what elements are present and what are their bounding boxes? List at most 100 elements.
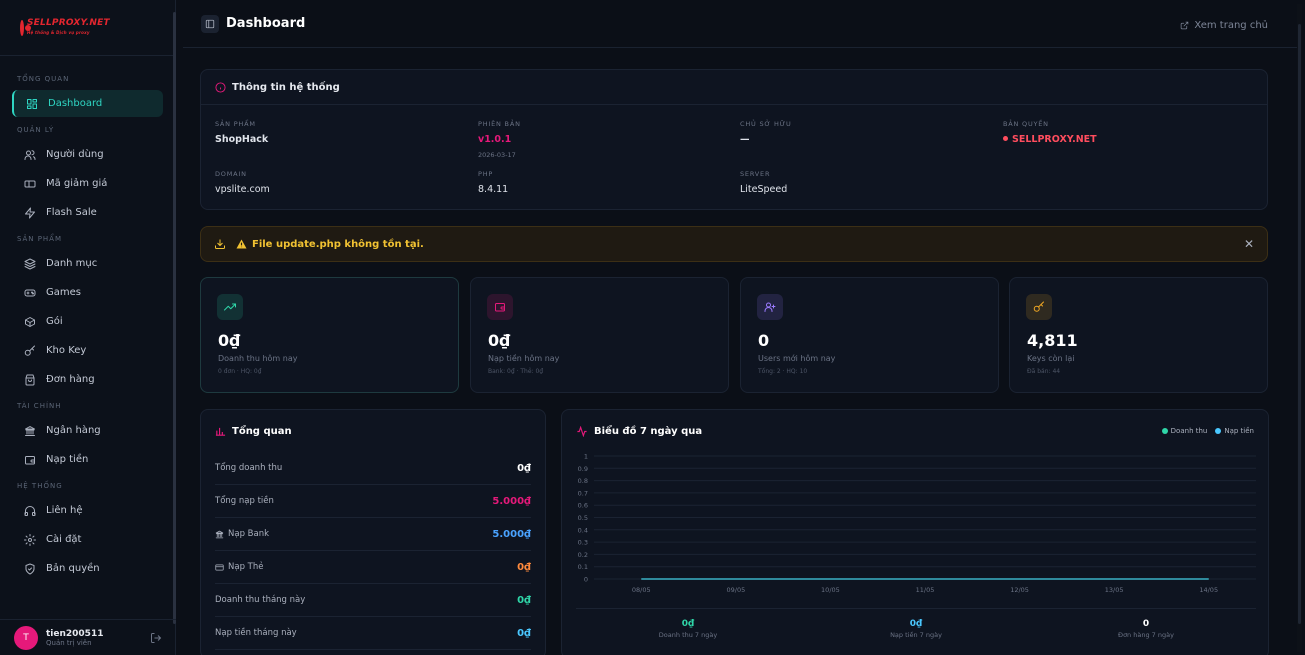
overview-row-text: Doanh thu tháng này: [215, 595, 306, 605]
nav-section-title: SẢN PHẨM: [17, 235, 63, 243]
y-tick-label: 0.6: [578, 502, 588, 510]
stat-card: 4,811 Keys còn lại Đã bán: 44: [1009, 277, 1268, 393]
sidebar-item-bản-quyền[interactable]: Bản quyền: [12, 555, 163, 582]
nav-icon-wrap: [24, 207, 36, 219]
sidebar-item-label: Người dùng: [46, 149, 104, 160]
sidebar-item-label: Games: [46, 287, 81, 298]
sidebar-item-mã-giảm-giá[interactable]: Mã giảm giá: [12, 170, 163, 197]
stat-card: 0 Users mới hôm nay Tổng: 2 · HQ: 10: [740, 277, 999, 393]
sidebar-item-gói[interactable]: Gói: [12, 308, 163, 335]
legend-item[interactable]: Doanh thu: [1161, 427, 1207, 435]
sidebar-item-ngân-hàng[interactable]: Ngân hàng: [12, 417, 163, 444]
main-scrollbar-thumb[interactable]: [1298, 24, 1301, 624]
warning-icon: [236, 239, 247, 249]
summary-value: 0₫: [909, 619, 923, 629]
avatar[interactable]: T: [14, 625, 38, 650]
sidebar-item-flash-sale[interactable]: Flash Sale: [12, 199, 163, 226]
flash-icon: [25, 207, 35, 218]
card-icon: [215, 564, 224, 570]
stat-sub: Tổng: 2 · HQ: 10: [758, 368, 808, 375]
sidebar-item-label: Ngân hàng: [46, 425, 101, 436]
nav-icon-wrap: [24, 425, 36, 437]
sidebar-toggle-icon[interactable]: [201, 14, 219, 33]
sidebar-item-liên-hệ[interactable]: Liên hệ: [12, 497, 163, 524]
chart-title: Biểu đồ 7 ngày qua: [594, 425, 703, 437]
overview-row-value: 0₫: [517, 627, 531, 639]
sidebar-item-nạp-tiền[interactable]: Nạp tiền: [12, 446, 163, 473]
sidebar-item-label: Dashboard: [48, 98, 103, 109]
sidebar-item-label: Gói: [46, 316, 63, 327]
logout-icon[interactable]: [150, 632, 162, 644]
download-icon: [215, 239, 225, 249]
info-owner-value: —: [740, 134, 750, 145]
sidebar-item-label: Bản quyền: [46, 563, 100, 574]
sidebar-item-games[interactable]: Games: [12, 279, 163, 306]
gamepad-icon: [24, 289, 36, 296]
sidebar-item-dashboard[interactable]: Dashboard: [12, 90, 163, 117]
stat-value: 0₫: [488, 331, 511, 350]
system-info-title: Thông tin hệ thống: [232, 81, 340, 93]
info-product-label: SẢN PHẨM: [215, 120, 256, 128]
legend-item[interactable]: Nạp tiền: [1215, 427, 1254, 435]
trending-up-icon: [224, 303, 236, 311]
key-icon: [1033, 301, 1044, 312]
logo[interactable]: SELLPROXY.NET Hệ thống & Dịch vụ proxy: [0, 0, 175, 56]
stat-sub: Đã bán: 44: [1027, 368, 1061, 375]
overview-row-value: 0₫: [517, 594, 531, 606]
info-license-value[interactable]: SELLPROXY.NET: [1003, 134, 1097, 145]
bag-icon: [25, 374, 35, 385]
summary-label: Doanh thu 7 ngày: [658, 631, 718, 639]
logo-ring-icon: [20, 19, 31, 36]
nav-icon-wrap: [24, 345, 36, 357]
system-info-header: Thông tin hệ thống: [201, 70, 1267, 105]
view-homepage-link[interactable]: Xem trang chủ: [1180, 20, 1268, 31]
license-dot-icon: [1003, 136, 1008, 141]
y-tick-label: 0.9: [578, 465, 588, 473]
ticket-icon: [24, 180, 36, 187]
sidebar-scrollbar[interactable]: [173, 12, 176, 624]
info-version-label: PHIÊN BẢN: [478, 120, 521, 128]
x-tick-label: 11/05: [916, 586, 935, 594]
sidebar-item-cài-đặt[interactable]: Cài đặt: [12, 526, 163, 553]
summary-value: 0₫: [681, 619, 695, 629]
stat-icon-wrap: [487, 294, 513, 320]
update-alert: File update.php không tồn tại. ✕: [200, 226, 1268, 262]
overview-row: Nạp Bank 5.000₫: [215, 518, 531, 551]
stat-icon-wrap: [1026, 294, 1052, 320]
y-tick-label: 0: [584, 576, 588, 584]
gear-icon: [24, 533, 36, 546]
overview-row-text: Tổng doanh thu: [215, 463, 283, 473]
user-name: tien200511: [46, 628, 104, 639]
y-tick-label: 0.8: [578, 477, 588, 485]
info-license: BẢN QUYỀN SELLPROXY.NET: [1003, 120, 1097, 145]
alert-message: File update.php không tồn tại.: [236, 239, 424, 250]
headset-icon: [24, 505, 36, 516]
overview-row-label: Nạp tiền tháng này: [215, 628, 297, 638]
overview-row-value: 0₫: [517, 462, 531, 474]
page-title: Dashboard: [226, 16, 306, 31]
info-php: PHP 8.4.11: [478, 170, 508, 195]
info-license-label: BẢN QUYỀN: [1003, 120, 1049, 128]
overview-row-value: 5.000₫: [492, 495, 531, 507]
sidebar-item-danh-mục[interactable]: Danh mục: [12, 250, 163, 277]
main-scrollbar[interactable]: [1297, 4, 1302, 652]
nav-icon-wrap: [24, 149, 36, 161]
sidebar-item-người-dùng[interactable]: Người dùng: [12, 141, 163, 168]
nav-section-title: TÀI CHÍNH: [17, 402, 62, 410]
info-server-value: LiteSpeed: [740, 184, 788, 195]
sidebar-item-kho-key[interactable]: Kho Key: [12, 337, 163, 364]
wallet-icon: [495, 303, 505, 312]
sidebar-item-đơn-hàng[interactable]: Đơn hàng: [12, 366, 163, 393]
close-icon[interactable]: ✕: [1244, 237, 1254, 251]
sidebar-item-label: Nạp tiền: [46, 454, 89, 465]
shield-icon: [25, 563, 35, 574]
nav-section-title: HỆ THỐNG: [17, 482, 63, 490]
legend-dot-icon: [1161, 428, 1168, 434]
package-icon: [25, 316, 35, 327]
overview-row-label: Nạp Thẻ: [215, 562, 263, 572]
external-link-icon: [1181, 21, 1189, 30]
stat-label: Doanh thu hôm nay: [218, 354, 298, 363]
summary-item: 0 Đơn hàng 7 ngày: [1046, 619, 1246, 639]
sidebar-item-label: Kho Key: [46, 345, 87, 356]
info-php-value: 8.4.11: [478, 184, 509, 195]
